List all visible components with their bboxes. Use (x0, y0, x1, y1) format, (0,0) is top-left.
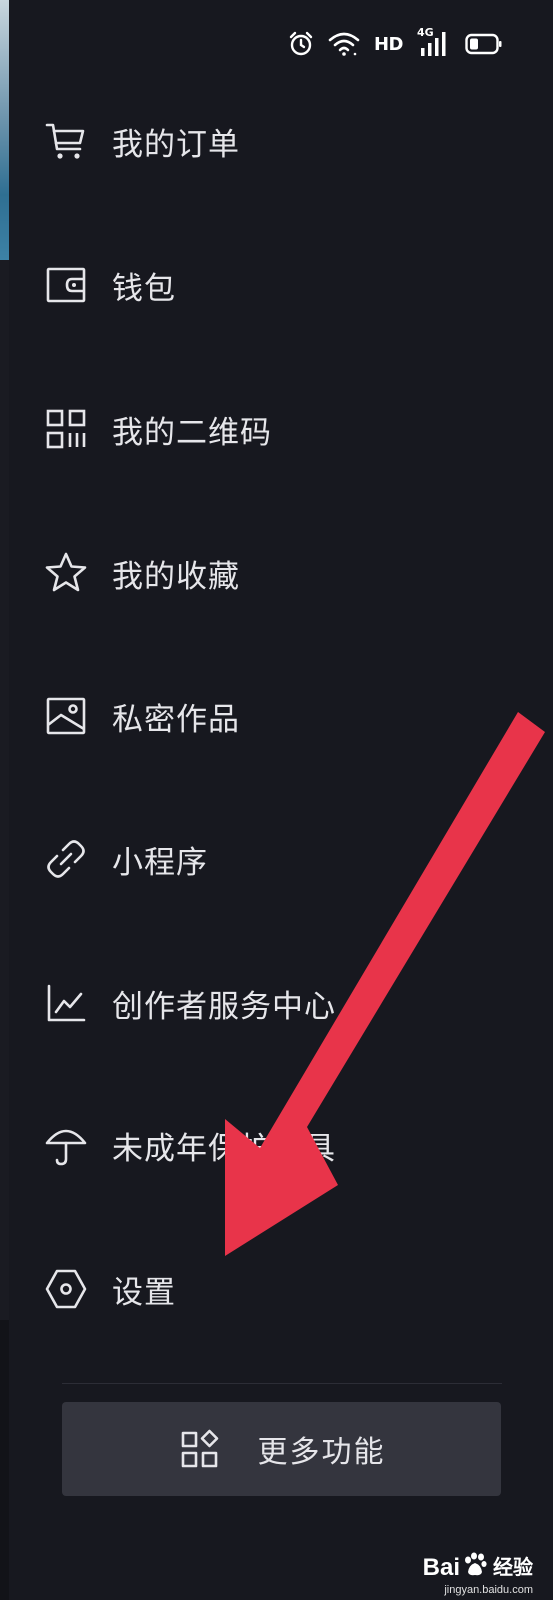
menu-item-favorites[interactable]: 我的收藏 (44, 528, 524, 618)
grid-apps-icon (178, 1427, 222, 1471)
chart-icon (44, 981, 88, 1025)
cellular-signal-icon: 4G (417, 26, 451, 58)
wallet-icon (44, 263, 88, 307)
menu-item-label: 创作者服务中心 (112, 988, 336, 1025)
umbrella-icon (44, 1123, 88, 1167)
menu-item-label: 私密作品 (112, 701, 240, 738)
menu-item-label: 钱包 (112, 270, 176, 307)
more-features-label: 更多功能 (257, 1435, 386, 1470)
watermark-logo: Bai 经验 (423, 1551, 533, 1584)
menu-item-qr-code[interactable]: 我的二维码 (44, 384, 524, 474)
menu-item-private-works[interactable]: 私密作品 (44, 671, 524, 761)
background-app-sliver-bottom (0, 1320, 9, 1600)
screen: HD 4G 我的订单 钱包 我的二维码 我的收藏 私密作品 小程序 创作者服务中… (0, 0, 553, 1600)
alarm-icon (288, 31, 314, 57)
menu-item-label: 我的二维码 (112, 414, 272, 451)
menu-item-mini-programs[interactable]: 小程序 (44, 814, 524, 904)
shopping-cart-icon (44, 119, 88, 163)
status-bar: HD 4G (288, 26, 503, 58)
background-app-sliver-dark (0, 260, 9, 1320)
watermark-bai: Bai (422, 1553, 460, 1581)
menu-item-minor-protection[interactable]: 未成年保护工具 (44, 1100, 524, 1190)
watermark-jingyan: 经验 (493, 1556, 533, 1579)
hd-label: HD (373, 33, 404, 55)
link-icon (44, 837, 88, 881)
menu-item-orders[interactable]: 我的订单 (44, 96, 524, 186)
menu-item-label: 小程序 (112, 844, 208, 881)
battery-icon (465, 33, 503, 55)
more-features-button[interactable]: 更多功能 (62, 1402, 501, 1496)
menu-item-label: 我的收藏 (112, 558, 240, 595)
baidu-jingyan-watermark: Bai 经验 jingyan.baidu.com (423, 1551, 533, 1596)
menu-item-settings[interactable]: 设置 (44, 1244, 524, 1334)
qr-code-icon (44, 407, 88, 451)
image-icon (44, 694, 88, 738)
settings-hexagon-icon (44, 1267, 88, 1311)
divider (62, 1383, 502, 1384)
paw-icon (462, 1551, 488, 1584)
menu-item-wallet[interactable]: 钱包 (44, 240, 524, 330)
star-icon (44, 551, 88, 595)
menu-item-label: 未成年保护工具 (112, 1130, 336, 1167)
side-drawer: HD 4G 我的订单 钱包 我的二维码 我的收藏 私密作品 小程序 创作者服务中… (9, 0, 553, 1600)
menu-item-label: 我的订单 (112, 126, 240, 163)
watermark-url: jingyan.baidu.com (444, 1584, 533, 1596)
menu-item-creator-center[interactable]: 创作者服务中心 (44, 958, 524, 1048)
background-app-sliver (0, 0, 9, 260)
menu-item-label: 设置 (112, 1274, 176, 1311)
wifi-icon (328, 31, 360, 57)
